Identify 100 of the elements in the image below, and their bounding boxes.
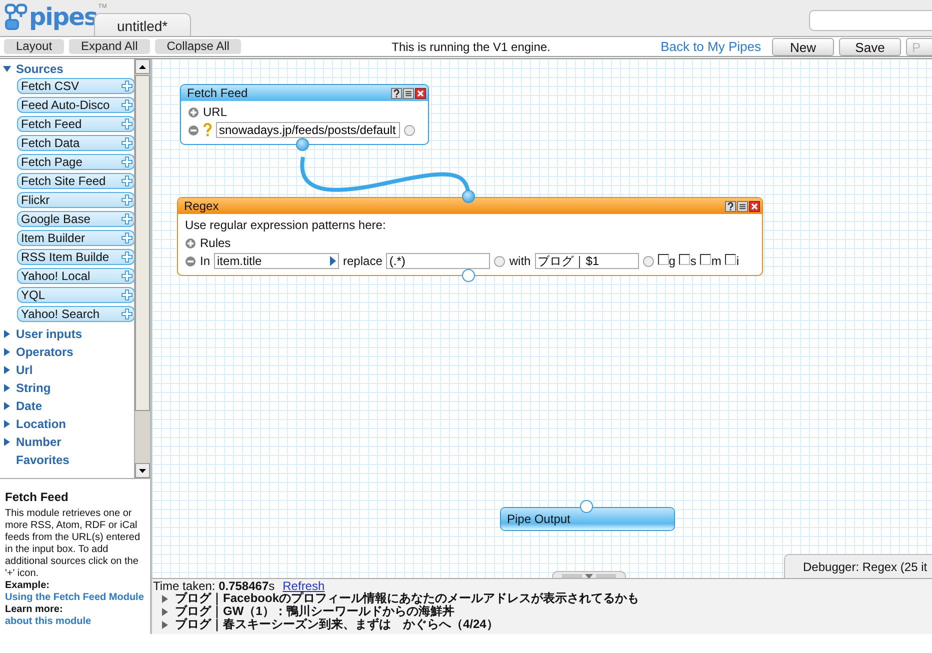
module-item[interactable]: Fetch Site Feed — [17, 173, 134, 189]
output-terminal-icon[interactable] — [296, 138, 309, 151]
with-label: with — [509, 254, 531, 268]
result-title: ブログ｜GW（1）：鴨川シーワールドからの海鮮丼 — [175, 605, 454, 618]
add-icon[interactable] — [121, 270, 133, 282]
debugger-tab[interactable]: Debugger: Regex (25 it — [784, 554, 932, 578]
minimize-icon[interactable] — [737, 200, 748, 212]
add-icon[interactable] — [188, 106, 199, 118]
input-terminal-icon[interactable] — [494, 256, 506, 266]
expander-icon[interactable] — [162, 620, 168, 628]
add-icon[interactable] — [121, 156, 133, 168]
expander-icon[interactable] — [162, 608, 168, 616]
module-label: Item Builder — [21, 231, 86, 245]
help-text: This module retrieves one or more RSS, Atom, RDF or iCal feeds from the URL(s) entered in the input box. To add additional sources click on the '+' icon. — [5, 508, 142, 580]
input-terminal-icon[interactable] — [404, 124, 415, 136]
module-label: Feed Auto-Disco — [21, 98, 110, 112]
module-item[interactable]: Fetch CSV — [17, 78, 134, 94]
module-label: RSS Item Builde — [21, 250, 110, 264]
regex-module[interactable]: Regex Use regular expression patterns here: Rules In item.title replace (.*) with ブログ｜$1 g s m i — [177, 197, 763, 276]
module-label: Yahoo! Search — [21, 307, 100, 321]
flag-checkbox[interactable] — [658, 254, 669, 265]
replacement-field[interactable]: ブログ｜$1 — [534, 253, 639, 269]
category-item[interactable]: Location — [0, 415, 134, 433]
module-item[interactable]: Yahoo! Search — [17, 306, 134, 322]
minimize-icon[interactable] — [403, 88, 414, 98]
help-title: Fetch Feed — [5, 491, 70, 503]
add-icon[interactable] — [121, 80, 133, 92]
module-item[interactable]: YQL — [17, 287, 134, 303]
add-icon[interactable] — [121, 251, 133, 263]
add-icon[interactable] — [121, 232, 133, 244]
connector-wire[interactable] — [300, 156, 470, 192]
category-item[interactable]: User inputs — [0, 325, 134, 343]
action-button[interactable]: New — [772, 38, 834, 56]
flag-checkbox[interactable] — [679, 254, 690, 265]
close-icon[interactable] — [415, 88, 426, 98]
module-label: Fetch Site Feed — [21, 174, 106, 188]
result-title: ブログ｜春スキーシーズン到来、まずは かぐらへ（4/24） — [175, 618, 498, 631]
expander-icon[interactable] — [162, 594, 168, 602]
module-item[interactable]: Fetch Feed — [17, 116, 134, 132]
module-title: Regex — [184, 199, 219, 213]
module-item[interactable]: RSS Item Builde — [17, 249, 134, 265]
back-link[interactable]: Back to My Pipes — [660, 39, 761, 54]
module-label: Fetch CSV — [21, 79, 80, 93]
add-icon[interactable] — [121, 137, 133, 149]
category-item[interactable]: Date — [0, 397, 134, 415]
logo-icon — [4, 3, 28, 31]
add-icon[interactable] — [121, 194, 133, 206]
output-terminal-icon[interactable] — [462, 269, 475, 282]
action-button[interactable]: Save — [839, 38, 901, 56]
pattern-field[interactable]: (.*) — [386, 253, 490, 269]
add-icon[interactable] — [185, 238, 196, 248]
pipe-output-module[interactable]: Pipe Output — [500, 507, 675, 531]
remove-icon[interactable] — [185, 256, 196, 266]
module-item[interactable]: Item Builder — [17, 230, 134, 246]
add-icon[interactable] — [121, 289, 133, 301]
input-terminal-icon[interactable] — [462, 190, 475, 203]
add-icon[interactable] — [121, 175, 133, 187]
flag-label: s — [690, 254, 696, 268]
add-icon[interactable] — [121, 99, 133, 111]
module-label: Flickr — [21, 193, 50, 207]
input-terminal-icon[interactable] — [642, 256, 654, 266]
add-icon[interactable] — [121, 118, 133, 130]
module-label: Fetch Page — [21, 155, 82, 169]
flag-checkbox[interactable] — [725, 254, 736, 265]
input-terminal-icon[interactable] — [580, 500, 593, 513]
module-item[interactable]: Fetch Page — [17, 154, 134, 170]
module-item[interactable]: Fetch Data — [17, 135, 134, 151]
add-icon[interactable] — [121, 213, 133, 225]
module-label: YQL — [21, 288, 46, 302]
help-icon[interactable] — [725, 200, 736, 212]
remove-icon[interactable] — [188, 124, 199, 136]
toolbar-button[interactable]: Collapse All — [154, 39, 242, 54]
refresh-link[interactable]: Refresh — [282, 579, 325, 592]
add-icon[interactable] — [121, 308, 133, 320]
help-icon[interactable] — [391, 88, 402, 98]
category-item[interactable]: Sources — [0, 60, 134, 78]
learn-more-link[interactable]: about this module — [5, 616, 92, 627]
category-item[interactable]: Favorites — [0, 451, 134, 469]
url-field[interactable]: snowadays.jp/feeds/posts/default — [216, 122, 400, 138]
close-icon[interactable] — [749, 200, 760, 212]
module-item[interactable]: Google Base — [17, 211, 134, 227]
module-item[interactable]: Feed Auto-Disco — [17, 97, 134, 113]
example-label: Example: — [5, 580, 50, 591]
category-item[interactable]: String — [0, 379, 134, 397]
fetch-feed-module[interactable]: Fetch Feed URL snowadays.jp/feeds/posts/default — [180, 84, 429, 145]
toolbar-button[interactable]: Layout — [4, 39, 64, 54]
category-item[interactable]: Url — [0, 361, 134, 379]
scrollbar[interactable] — [134, 59, 150, 478]
scroll-down-icon[interactable] — [139, 468, 146, 472]
toolbar-button[interactable]: Expand All — [69, 39, 150, 54]
module-item[interactable]: Yahoo! Local — [17, 268, 134, 284]
search-field[interactable] — [809, 10, 932, 31]
module-label: Fetch Feed — [21, 117, 82, 131]
example-link[interactable]: Using the Fetch Feed Module — [5, 592, 144, 603]
module-item[interactable]: Flickr — [17, 192, 134, 208]
category-item[interactable]: Number — [0, 433, 134, 451]
flag-checkbox[interactable] — [700, 254, 712, 265]
field-select[interactable]: item.title — [214, 253, 340, 269]
category-item[interactable]: Operators — [0, 343, 134, 361]
scroll-up-icon[interactable] — [139, 64, 146, 68]
